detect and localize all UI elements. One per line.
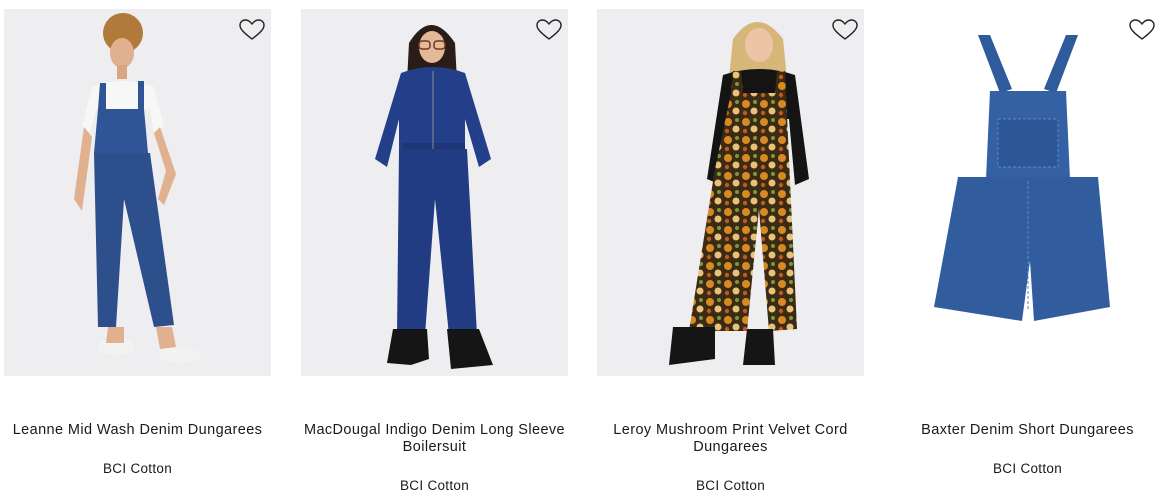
- wishlist-button[interactable]: [237, 17, 267, 43]
- heart-outline-icon: [832, 19, 858, 40]
- product-card[interactable]: MacDougal Indigo Denim Long Sleeve Boile…: [301, 9, 568, 493]
- product-title[interactable]: Leroy Mushroom Print Velvet Cord Dungare…: [597, 422, 864, 456]
- wishlist-button[interactable]: [534, 17, 564, 43]
- product-badge: BCI Cotton: [102, 461, 173, 476]
- wishlist-button[interactable]: [1127, 17, 1157, 43]
- product-image[interactable]: [4, 9, 271, 376]
- product-title[interactable]: Leanne Mid Wash Denim Dungarees: [4, 422, 271, 439]
- product-card[interactable]: Leanne Mid Wash Denim Dungarees BCI Cott…: [4, 9, 271, 485]
- product-badge: BCI Cotton: [992, 461, 1063, 476]
- product-grid: Leanne Mid Wash Denim Dungarees BCI Cott…: [4, 9, 1174, 493]
- product-image[interactable]: [301, 9, 568, 376]
- product-title[interactable]: MacDougal Indigo Denim Long Sleeve Boile…: [301, 422, 568, 456]
- product-title[interactable]: Baxter Denim Short Dungarees: [894, 422, 1161, 439]
- product-image[interactable]: [894, 9, 1161, 376]
- heart-outline-icon: [536, 19, 562, 40]
- product-badge: BCI Cotton: [695, 478, 766, 493]
- heart-outline-icon: [239, 19, 265, 40]
- product-card[interactable]: Baxter Denim Short Dungarees BCI Cotton: [894, 9, 1161, 485]
- heart-outline-icon: [1129, 19, 1155, 40]
- wishlist-button[interactable]: [830, 17, 860, 43]
- product-image[interactable]: [597, 9, 864, 376]
- product-card[interactable]: Leroy Mushroom Print Velvet Cord Dungare…: [597, 9, 864, 493]
- product-badge: BCI Cotton: [399, 478, 470, 493]
